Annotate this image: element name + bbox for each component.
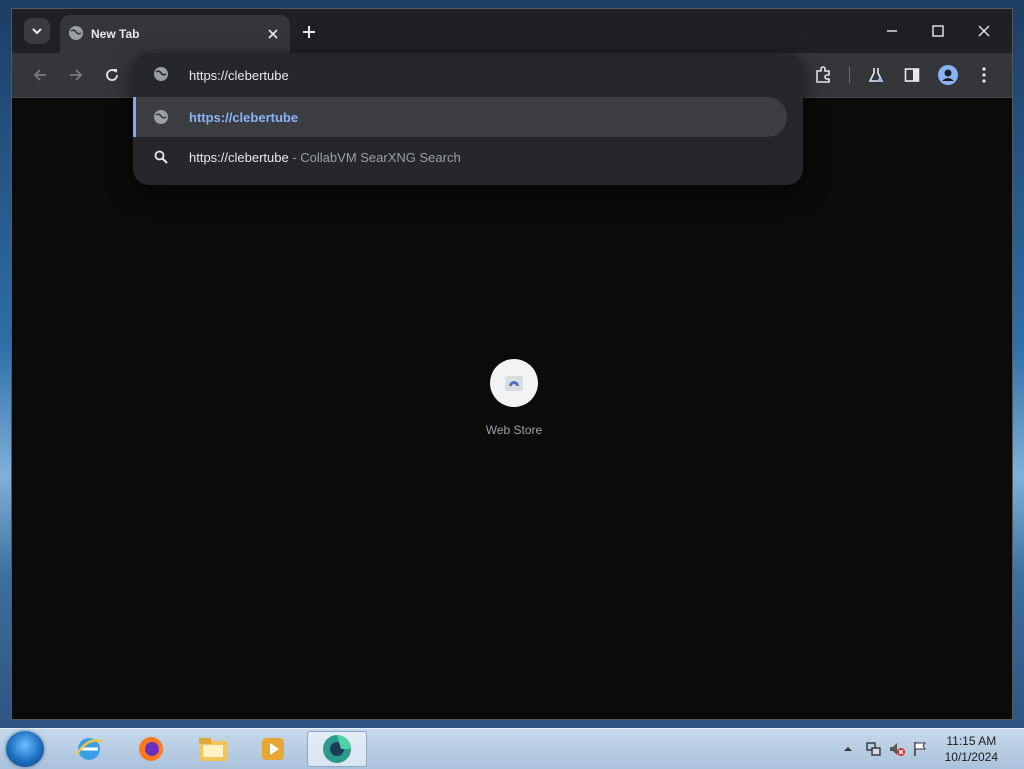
flask-icon: [868, 68, 884, 82]
reload-button[interactable]: [100, 63, 124, 87]
globe-icon: [153, 109, 169, 130]
omnibox-dropdown: https://clebertube https://clebertube ht…: [133, 53, 803, 185]
browser-icon: [323, 735, 351, 763]
profile-button[interactable]: [936, 63, 960, 87]
minimize-icon: [887, 30, 897, 32]
side-panel-icon: [904, 68, 920, 82]
system-clock[interactable]: 11:15 AM 10/1/2024: [945, 733, 998, 765]
maximize-icon: [932, 25, 944, 37]
file-explorer-icon[interactable]: [188, 731, 238, 767]
tab-title: New Tab: [91, 27, 140, 41]
volume-muted-icon[interactable]: [888, 740, 906, 758]
address-input[interactable]: https://clebertube: [189, 68, 289, 83]
suggestion-engine: - CollabVM SearXNG Search: [288, 150, 461, 165]
browser-taskbar-button[interactable]: [307, 731, 367, 767]
maximize-button[interactable]: [922, 17, 954, 45]
more-vert-icon: [982, 67, 986, 83]
plus-icon: [303, 26, 315, 38]
firefox-icon[interactable]: [126, 731, 176, 767]
close-tab-icon[interactable]: [264, 25, 282, 43]
tab-new-tab[interactable]: New Tab: [60, 15, 290, 53]
search-icon: [153, 149, 169, 170]
reload-icon: [106, 69, 118, 81]
action-center-flag-icon[interactable]: [912, 741, 928, 757]
labs-button[interactable]: [864, 63, 888, 87]
toolbar-separator: [849, 67, 850, 83]
suggestion-url[interactable]: https://clebertube: [133, 97, 787, 137]
selection-indicator: [133, 97, 136, 137]
internet-explorer-icon[interactable]: [64, 731, 114, 767]
shortcut-label: Web Store: [485, 423, 543, 437]
arrow-left-icon: [33, 69, 46, 81]
chevron-down-icon: [32, 28, 42, 35]
title-bar: New Tab: [12, 9, 1012, 53]
address-bar[interactable]: https://clebertube: [133, 53, 803, 97]
shortcut-web-store[interactable]: Web Store: [476, 359, 552, 437]
close-window-button[interactable]: [968, 17, 1000, 45]
suggestion-text: https://clebertube: [189, 110, 299, 125]
media-player-icon[interactable]: [248, 731, 298, 767]
clock-date: 10/1/2024: [944, 750, 998, 764]
start-button[interactable]: [6, 731, 44, 767]
globe-icon: [68, 25, 84, 46]
globe-icon: [153, 66, 169, 87]
suggestion-search[interactable]: https://clebertube - CollabVM SearXNG Se…: [133, 137, 787, 177]
browser-window: New Tab Web Store https://clebertube htt…: [11, 8, 1013, 720]
web-store-icon: [505, 376, 523, 391]
tab-search-button[interactable]: [24, 18, 50, 44]
taskbar: 11:15 AM 10/1/2024: [0, 728, 1024, 769]
network-icon[interactable]: [864, 740, 882, 758]
side-panel-button[interactable]: [900, 63, 924, 87]
system-tray: [842, 729, 928, 769]
new-tab-button[interactable]: [298, 21, 320, 43]
minimize-button[interactable]: [876, 17, 908, 45]
forward-button[interactable]: [64, 63, 88, 87]
suggestion-query: https://clebertube: [189, 150, 289, 165]
menu-button[interactable]: [972, 63, 996, 87]
clock-time: 11:15 AM: [946, 734, 997, 748]
shortcut-icon-circle: [490, 359, 538, 407]
extensions-button[interactable]: [811, 63, 835, 87]
avatar-icon: [938, 65, 958, 85]
tray-expand-icon[interactable]: [842, 743, 854, 755]
puzzle-icon: [816, 66, 830, 83]
arrow-right-icon: [70, 69, 83, 81]
close-icon: [978, 25, 990, 37]
suggestion-text: https://clebertube - CollabVM SearXNG Se…: [189, 150, 461, 165]
back-button[interactable]: [28, 63, 52, 87]
